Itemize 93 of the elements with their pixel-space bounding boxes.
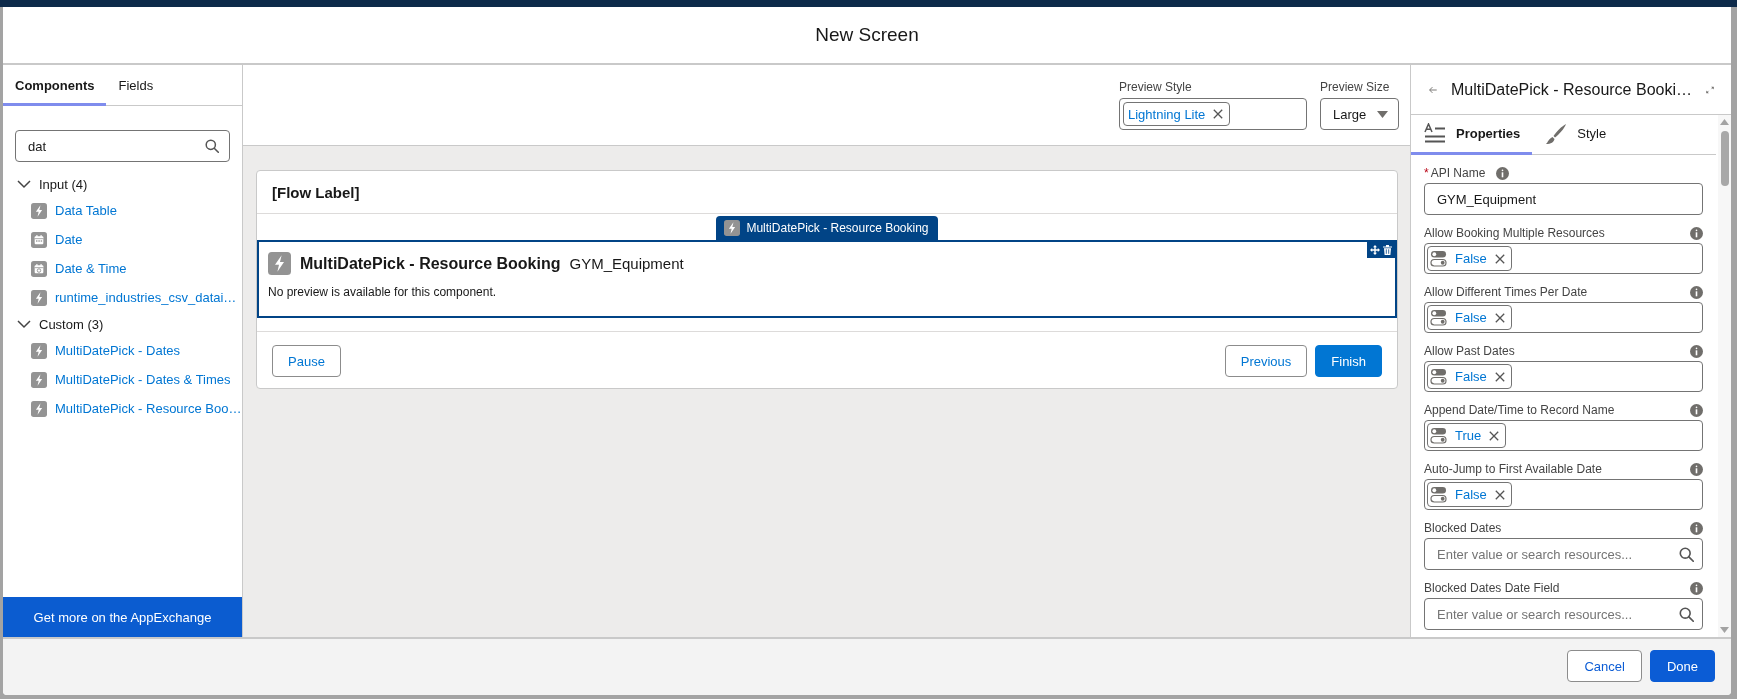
- scrollbar-thumb[interactable]: [1720, 131, 1729, 186]
- properties-tab[interactable]: Properties: [1411, 115, 1533, 155]
- panel-tab[interactable]: Components: [3, 65, 107, 106]
- brush-icon: [1545, 122, 1568, 145]
- close-icon[interactable]: [1494, 253, 1505, 264]
- panel-tab[interactable]: Fields: [106, 65, 166, 106]
- component-item[interactable]: Date: [3, 225, 242, 254]
- component-item[interactable]: MultiDatePick - Resource Boo…: [3, 394, 242, 423]
- lightning-icon: [268, 252, 291, 275]
- toggle-icon: [1430, 309, 1447, 326]
- value-field[interactable]: False: [1424, 302, 1703, 333]
- footer-button[interactable]: Cancel: [1567, 650, 1642, 682]
- properties-tab[interactable]: Style: [1532, 115, 1619, 155]
- field-label: Allow Past Dates: [1424, 344, 1515, 358]
- boolean-token[interactable]: False: [1427, 305, 1512, 330]
- style-token[interactable]: Lightning Lite: [1123, 102, 1231, 126]
- search-icon: [1679, 606, 1694, 622]
- lightning-icon: [31, 289, 47, 306]
- field-label: API Name: [1430, 166, 1486, 180]
- component-api-name: GYM_Equipment: [569, 255, 684, 272]
- info-icon[interactable]: [1690, 226, 1703, 240]
- flow-button[interactable]: Pause: [272, 345, 341, 377]
- close-icon[interactable]: [1494, 489, 1505, 500]
- toggle-icon: [1430, 250, 1447, 267]
- move-icon[interactable]: [1370, 245, 1380, 255]
- properties-title: MultiDatePick - Resource Booki…: [1451, 80, 1692, 99]
- lightning-icon: [31, 202, 47, 219]
- toggle-icon: [1430, 486, 1447, 503]
- preview-message: No preview is available for this component.: [268, 285, 498, 299]
- info-icon[interactable]: [1690, 344, 1703, 358]
- info-icon[interactable]: [1690, 285, 1703, 299]
- info-icon[interactable]: [1690, 462, 1703, 476]
- field-label: Blocked Dates Date Field: [1424, 581, 1560, 595]
- field-label: Allow Different Times Per Date: [1424, 285, 1588, 299]
- info-icon[interactable]: [1690, 581, 1703, 595]
- lightning-icon: [31, 371, 47, 388]
- search-field[interactable]: dat: [15, 130, 230, 162]
- boolean-token[interactable]: False: [1427, 364, 1512, 389]
- preview-style-field[interactable]: Lightning Lite: [1119, 98, 1307, 130]
- scrollbar[interactable]: [1718, 115, 1731, 637]
- close-icon[interactable]: [1489, 430, 1500, 441]
- field-label: Allow Booking Multiple Resources: [1424, 226, 1605, 240]
- preview-size-label: Preview Size: [1320, 79, 1391, 95]
- value-field[interactable]: True: [1424, 420, 1703, 451]
- lookup-field[interactable]: Enter value or search resources...: [1424, 538, 1703, 570]
- lookup-field[interactable]: Enter value or search resources...: [1424, 598, 1703, 630]
- component-item[interactable]: runtime_industries_csv_datai…: [3, 283, 242, 312]
- preview-size-select[interactable]: Large: [1320, 98, 1399, 130]
- required-mark: *: [1424, 166, 1429, 180]
- component-preview[interactable]: MultiDatePick - Resource Booking GYM_Equipment No preview is available for this component.: [257, 240, 1397, 318]
- info-icon[interactable]: [1690, 521, 1703, 535]
- caret-down-icon: [1377, 110, 1388, 118]
- close-icon[interactable]: [1494, 371, 1505, 382]
- value-field[interactable]: False: [1424, 243, 1703, 274]
- component-item[interactable]: Data Table: [3, 196, 242, 225]
- boolean-token[interactable]: True: [1427, 423, 1507, 448]
- component-item[interactable]: MultiDatePick - Dates: [3, 336, 242, 365]
- component-name: MultiDatePick - Resource Booking: [746, 221, 929, 235]
- search-icon: [1679, 546, 1694, 562]
- component-item[interactable]: MultiDatePick - Dates & Times: [3, 365, 242, 394]
- lightning-icon: [724, 220, 741, 236]
- field-label: Blocked Dates: [1424, 521, 1502, 535]
- calendar-icon: [31, 231, 47, 248]
- boolean-token[interactable]: False: [1427, 482, 1512, 507]
- preview-style-label: Preview Style: [1119, 79, 1193, 95]
- properties-icon: [1424, 122, 1446, 145]
- boolean-token[interactable]: False: [1427, 246, 1512, 271]
- search-icon: [205, 139, 219, 153]
- info-icon[interactable]: [1690, 403, 1703, 417]
- close-icon[interactable]: [1213, 109, 1224, 119]
- field-label: Auto-Jump to First Available Date: [1424, 462, 1602, 476]
- appexchange-button[interactable]: Get more on the AppExchange: [3, 597, 242, 637]
- value-field[interactable]: False: [1424, 479, 1703, 510]
- calendar-clock-icon: [31, 260, 47, 277]
- field-label: Append Date/Time to Record Name: [1424, 403, 1615, 417]
- component-title: MultiDatePick - Resource Booking: [300, 254, 561, 273]
- flow-label: [Flow Label]: [272, 183, 360, 201]
- toggle-icon: [1430, 427, 1447, 444]
- flow-button[interactable]: Previous: [1224, 345, 1308, 377]
- close-icon[interactable]: [1494, 312, 1505, 323]
- flow-button[interactable]: Finish: [1315, 345, 1382, 377]
- group-header[interactable]: Input (4): [3, 172, 242, 196]
- text-input[interactable]: GYM_Equipment: [1424, 183, 1703, 215]
- value-field[interactable]: False: [1424, 361, 1703, 392]
- component-item[interactable]: Date & Time: [3, 254, 242, 283]
- lightning-icon: [31, 342, 47, 359]
- trash-icon[interactable]: [1383, 245, 1392, 255]
- group-header[interactable]: Custom (3): [3, 312, 242, 336]
- info-icon[interactable]: [1496, 166, 1510, 180]
- lightning-icon: [31, 400, 47, 417]
- footer-button[interactable]: Done: [1649, 650, 1715, 682]
- toggle-icon: [1430, 368, 1447, 385]
- modal-title: New Screen: [815, 24, 919, 46]
